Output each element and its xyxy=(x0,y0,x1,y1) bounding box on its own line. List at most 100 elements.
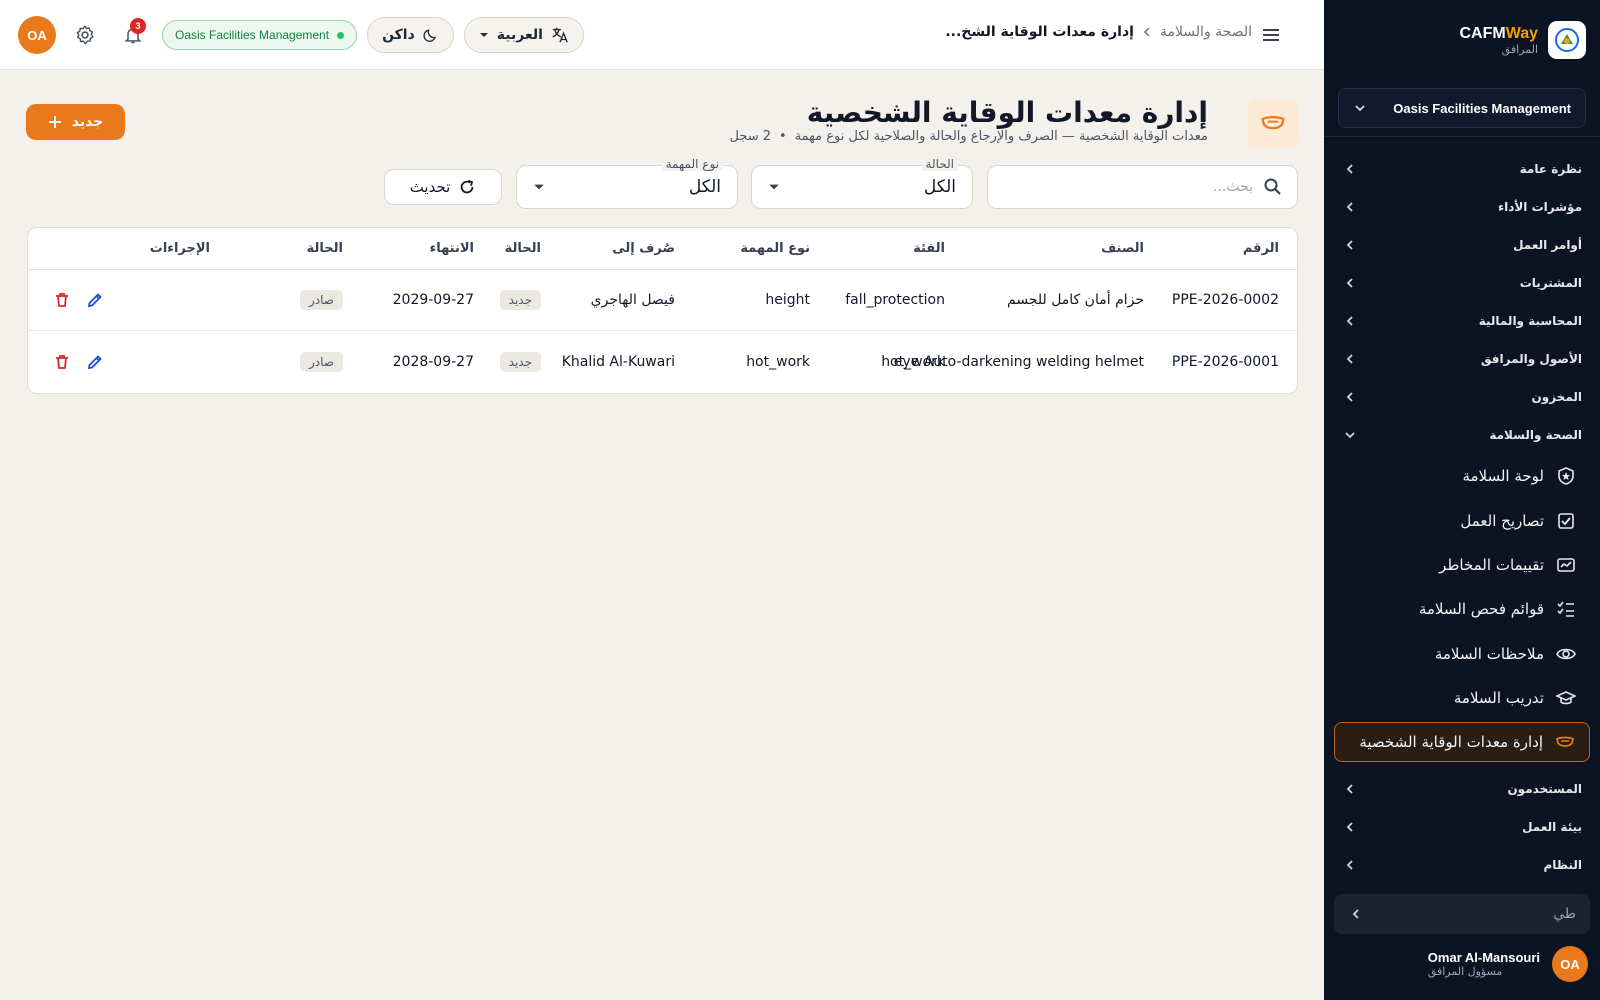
cell-number: PPE-2026-0002 xyxy=(1171,292,1279,308)
nav-group-procurement[interactable]: المشتريات xyxy=(1324,264,1600,302)
nav-group-kpis[interactable]: مؤشرات الأداء xyxy=(1324,188,1600,226)
nav-item-safety-observations[interactable]: ملاحظات السلامة xyxy=(1324,632,1600,676)
chevron-left-icon xyxy=(1346,240,1353,250)
chevron-left-icon xyxy=(1346,164,1353,174)
nav-group-users[interactable]: المستخدمون xyxy=(1324,770,1600,808)
brand-name: CAFMWay xyxy=(1459,24,1538,42)
avatar: OA xyxy=(1552,946,1588,982)
column-header-issued-to[interactable]: صُرف إلى xyxy=(612,228,675,269)
table-header: الرقم الصنف الفئة نوع المهمة صُرف إلى ال… xyxy=(28,228,1297,270)
language-select[interactable]: العربية xyxy=(463,17,584,53)
delete-button[interactable] xyxy=(54,354,70,370)
nav-group-system[interactable]: النظام xyxy=(1324,846,1600,884)
nav-item-work-permits[interactable]: تصاريح العمل xyxy=(1324,498,1600,542)
risk-icon xyxy=(1557,558,1575,572)
nav-group-work-orders[interactable]: أوامر العمل xyxy=(1324,226,1600,264)
nav-item-ppe-management[interactable]: إدارة معدات الوقاية الشخصية xyxy=(1334,722,1590,763)
hamburger-icon xyxy=(1263,29,1279,41)
nav-group-label: الأصول والمرافق xyxy=(1480,352,1582,366)
nav-group-label: المستخدمون xyxy=(1507,782,1582,797)
nav-group-assets[interactable]: الأصول والمرافق xyxy=(1324,340,1600,378)
avatar[interactable]: OA xyxy=(18,16,56,54)
caret-down-icon xyxy=(479,33,488,37)
nav-item-label: إدارة معدات الوقاية الشخصية xyxy=(1359,733,1543,752)
separator-dot: • xyxy=(779,129,787,144)
user-name: Omar Al-Mansouri xyxy=(1427,950,1540,965)
nav-item-safety-dashboard[interactable]: لوحة السلامة xyxy=(1324,454,1600,498)
table-row[interactable]: PPE-2026-0001 eye Auto-darkening welding… xyxy=(28,331,1297,392)
nav-item-safety-training[interactable]: تدريب السلامة xyxy=(1324,676,1600,720)
chevron-left-icon xyxy=(1346,822,1353,832)
condition-badge: جديد xyxy=(499,290,541,310)
cell-issued-to: فيصل الهاجري xyxy=(590,292,675,308)
trash-icon xyxy=(56,354,68,369)
page-title: إدارة معدات الوقاية الشخصية xyxy=(806,96,1208,129)
condition-badge: جديد xyxy=(499,351,541,372)
nav-item-safety-checklists[interactable]: قوائم فحص السلامة xyxy=(1324,587,1600,631)
nav-group-workspace[interactable]: بيئة العمل xyxy=(1324,808,1600,846)
pencil-icon xyxy=(87,354,102,369)
brand: CAFMWay المرافق xyxy=(1459,25,1538,56)
collapse-sidebar-button[interactable]: طي xyxy=(1334,894,1590,934)
settings-button[interactable] xyxy=(66,16,104,54)
column-header-item[interactable]: الصنف xyxy=(1101,228,1144,269)
status-filter-label: الحالة xyxy=(921,157,958,171)
notifications-button[interactable]: 3 xyxy=(114,16,152,54)
refresh-button[interactable]: تحديث xyxy=(384,169,502,205)
column-header-number[interactable]: الرقم xyxy=(1243,228,1279,269)
refresh-icon xyxy=(461,179,474,194)
trash-icon xyxy=(56,293,68,307)
cell-category: fall_protection xyxy=(845,292,945,308)
nav-group-label: النظام xyxy=(1543,858,1582,873)
cell-task-type: hot_work xyxy=(746,353,810,370)
column-header-category[interactable]: الفئة xyxy=(913,228,945,269)
new-record-button[interactable]: جديد xyxy=(26,104,125,140)
nav-group-label: أوامر العمل xyxy=(1513,238,1582,252)
chevron-down-icon xyxy=(1345,432,1355,439)
user-profile[interactable]: OA Omar Al-Mansouri مسؤول المرافق xyxy=(1428,946,1588,982)
table-row[interactable]: PPE-2026-0002 حزام أمان كامل للجسم fall_… xyxy=(28,270,1297,331)
nav-group-label: بيئة العمل xyxy=(1522,820,1582,835)
nav-group-inventory[interactable]: المخزون xyxy=(1324,378,1600,416)
sidebar-header: CAFMWay المرافق xyxy=(1324,0,1600,80)
status-filter-select[interactable]: الحالة الكل xyxy=(751,157,973,209)
task-type-filter-label: نوع المهمة xyxy=(661,157,723,171)
user-role: مسؤول المرافق xyxy=(1427,965,1503,978)
caret-down-icon xyxy=(769,184,779,190)
task-type-filter-value: الكل xyxy=(688,177,721,197)
cell-expiry: 2028-09-27 xyxy=(392,353,474,370)
theme-toggle[interactable]: داكن xyxy=(367,17,454,53)
organization-select[interactable]: Oasis Facilities Management xyxy=(1338,88,1586,128)
nav-group-label: نظرة عامة xyxy=(1519,162,1582,176)
chevron-left-icon xyxy=(1346,392,1353,402)
column-header-condition[interactable]: الحالة xyxy=(505,228,541,269)
organization-chip[interactable]: Oasis Facilities Management xyxy=(162,20,358,50)
cell-status: صادر xyxy=(300,270,343,330)
search-input[interactable]: بحث... xyxy=(987,165,1298,209)
new-button-label: جديد xyxy=(71,114,104,130)
nav-group-label: الصحة والسلامة xyxy=(1489,428,1582,442)
nav-group-hse[interactable]: الصحة والسلامة xyxy=(1324,416,1600,454)
sidebar-divider xyxy=(1324,136,1600,137)
refresh-label: تحديث xyxy=(409,178,451,196)
edit-button[interactable] xyxy=(86,353,104,371)
task-type-filter-select[interactable]: نوع المهمة الكل xyxy=(516,157,738,209)
nav-group-overview[interactable]: نظرة عامة xyxy=(1324,150,1600,188)
menu-toggle-button[interactable] xyxy=(1260,24,1282,46)
nav-group-finance[interactable]: المحاسبة والمالية xyxy=(1324,302,1600,340)
delete-button[interactable] xyxy=(54,292,70,308)
edit-button[interactable] xyxy=(86,291,104,309)
organization-select-value: Oasis Facilities Management xyxy=(1393,100,1571,116)
nav-group-label: المحاسبة والمالية xyxy=(1478,314,1582,328)
chevron-left-icon xyxy=(1346,278,1353,288)
notification-count-badge: 3 xyxy=(130,18,146,34)
cell-item: حزام أمان كامل للجسم xyxy=(1007,292,1144,308)
chevron-down-icon xyxy=(1355,105,1365,112)
column-header-status[interactable]: الحالة xyxy=(307,228,343,269)
column-header-expiry[interactable]: الانتهاء xyxy=(430,228,474,269)
column-header-task-type[interactable]: نوع المهمة xyxy=(740,228,810,269)
breadcrumb-parent[interactable]: الصحة والسلامة xyxy=(1160,24,1252,40)
collapse-label: طي xyxy=(1553,906,1576,922)
chevron-left-icon xyxy=(1346,860,1353,870)
nav-item-risk-assessments[interactable]: تقييمات المخاطر xyxy=(1324,543,1600,587)
